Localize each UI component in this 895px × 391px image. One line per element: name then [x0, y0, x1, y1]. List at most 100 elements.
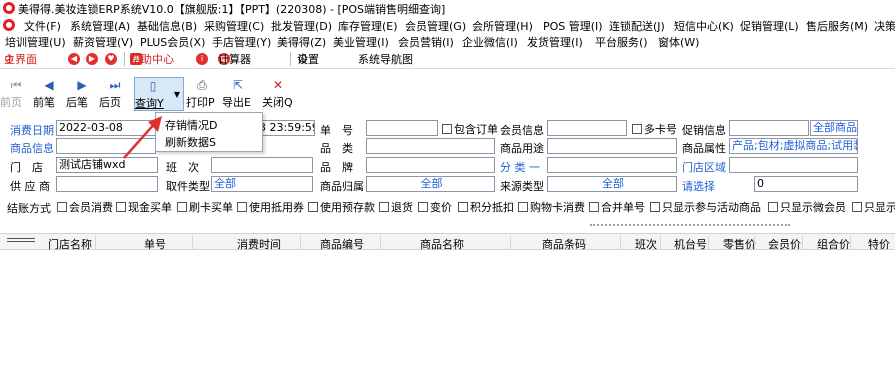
- export-button[interactable]: ⇱ 导出E: [222, 77, 254, 111]
- query-button[interactable]: ▯ 查询Y: [134, 77, 172, 111]
- shift-input[interactable]: [211, 157, 313, 173]
- settle-option-checkbox[interactable]: 现金买单: [116, 199, 172, 215]
- supplier-input[interactable]: [56, 176, 158, 192]
- column-header[interactable]: 机台号: [674, 236, 707, 252]
- prev-record-button[interactable]: ◀ 前笔: [33, 77, 65, 111]
- menu-item-13[interactable]: 决策: [874, 18, 895, 34]
- menu-item-11[interactable]: 促销管理(L): [740, 18, 799, 34]
- menu-item-row2-8[interactable]: 发货管理(I): [527, 34, 583, 50]
- settle-option-checkbox[interactable]: 合并单号: [589, 199, 645, 215]
- column-divider[interactable]: [850, 236, 851, 249]
- column-divider[interactable]: [192, 236, 193, 249]
- sale-date-end-input[interactable]: 3 23:59:59: [258, 120, 315, 136]
- column-divider[interactable]: [620, 236, 621, 249]
- category-input[interactable]: [366, 138, 495, 154]
- settle-option-checkbox[interactable]: 只显示微会员: [768, 199, 846, 215]
- settle-option-checkbox[interactable]: 会员消费: [57, 199, 113, 215]
- help-center-button[interactable]: ■ 帮助中心: [130, 51, 174, 67]
- menu-item-2[interactable]: 基础信息(B): [137, 18, 197, 34]
- settle-option-checkbox[interactable]: 只显示参与活动商品: [650, 199, 761, 215]
- attr-select[interactable]: 产品;包材;虚拟商品;试用装: [729, 138, 858, 154]
- last-page-button[interactable]: ⏭ 后页: [99, 77, 131, 111]
- settle-option-checkbox[interactable]: 使用抵用券: [237, 199, 304, 215]
- column-header[interactable]: 零售价: [723, 236, 756, 252]
- column-header[interactable]: 单号: [144, 236, 166, 252]
- column-header[interactable]: 特价: [868, 236, 890, 252]
- menu-item-row2-10[interactable]: 窗体(W): [658, 34, 699, 50]
- column-divider[interactable]: [708, 236, 709, 249]
- promo-info-input[interactable]: [729, 120, 809, 136]
- column-chooser-icon[interactable]: [7, 238, 35, 246]
- settle-option-checkbox[interactable]: 积分抵扣: [458, 199, 514, 215]
- column-header[interactable]: 会员价: [768, 236, 801, 252]
- close-button[interactable]: ✕ 关闭Q: [262, 77, 294, 111]
- store-region-input[interactable]: [729, 157, 858, 173]
- please-select-label[interactable]: 请选择: [682, 178, 715, 194]
- usage-input[interactable]: [547, 138, 677, 154]
- column-header[interactable]: 消费时间: [237, 236, 281, 252]
- column-header[interactable]: 班次: [635, 236, 657, 252]
- column-divider[interactable]: [510, 236, 511, 249]
- menu-item-row2-2[interactable]: PLUS会员(X): [140, 34, 205, 50]
- attribution-select[interactable]: 全部: [366, 176, 495, 192]
- settle-option-checkbox[interactable]: 刷卡买单: [177, 199, 233, 215]
- menu-item-row2-3[interactable]: 手店管理(Y): [212, 34, 271, 50]
- all-products-select[interactable]: 全部商品: [810, 120, 858, 136]
- menu-item-row2-0[interactable]: 培训管理(U): [5, 34, 66, 50]
- menu-item-3[interactable]: 采购管理(C): [204, 18, 264, 34]
- include-orders-checkbox[interactable]: 包含订单: [442, 121, 498, 137]
- column-divider[interactable]: [754, 236, 755, 249]
- nav-back-button[interactable]: ◀: [68, 51, 80, 67]
- menu-item-10[interactable]: 短信中心(K): [674, 18, 734, 34]
- source-type-select[interactable]: 全部: [547, 176, 677, 192]
- brand-input[interactable]: [366, 157, 495, 173]
- settle-option-checkbox[interactable]: 只显示: [852, 199, 895, 215]
- column-divider[interactable]: [95, 236, 96, 249]
- member-info-input[interactable]: [547, 120, 627, 136]
- menu-item-row2-6[interactable]: 会员营销(I): [398, 34, 454, 50]
- favorite-button[interactable]: ♥: [105, 51, 117, 67]
- menu-item-7[interactable]: 会所管理(H): [472, 18, 533, 34]
- menu-item-stock-sales[interactable]: 存销情况D: [165, 117, 217, 133]
- menu-item-9[interactable]: 连锁配送(J): [609, 18, 665, 34]
- settings-button[interactable]: ⚙ 设置: [297, 51, 319, 67]
- info-button[interactable]: i: [196, 51, 208, 67]
- first-page-button[interactable]: ⏮ 前页: [0, 77, 32, 111]
- calculator-button[interactable]: ▦ 计算器: [218, 51, 251, 67]
- column-divider[interactable]: [660, 236, 661, 249]
- column-header[interactable]: 门店名称: [48, 236, 92, 252]
- column-header[interactable]: 组合价: [817, 236, 850, 252]
- query-dropdown-arrow[interactable]: ▼: [171, 77, 184, 111]
- settle-option-checkbox[interactable]: 购物卡消费: [518, 199, 585, 215]
- nav-forward-button[interactable]: ▶: [86, 51, 98, 67]
- settle-option-checkbox[interactable]: 变价: [418, 199, 452, 215]
- settle-option-checkbox[interactable]: 退货: [379, 199, 413, 215]
- please-select-input[interactable]: 0: [754, 176, 858, 192]
- column-divider[interactable]: [802, 236, 803, 249]
- column-divider[interactable]: [300, 236, 301, 249]
- menu-item-6[interactable]: 会员管理(G): [405, 18, 466, 34]
- column-header[interactable]: 商品条码: [542, 236, 586, 252]
- menu-item-1[interactable]: 系统管理(A): [70, 18, 130, 34]
- column-divider[interactable]: [380, 236, 381, 249]
- column-header[interactable]: 商品名称: [420, 236, 464, 252]
- class1-input[interactable]: [547, 157, 677, 173]
- grid-drag-handle[interactable]: [590, 224, 790, 226]
- menu-item-8[interactable]: POS 管理(I): [543, 18, 603, 34]
- menu-item-0[interactable]: 文件(F): [24, 18, 61, 34]
- menu-item-row2-1[interactable]: 薪资管理(V): [73, 34, 133, 50]
- menu-app-icon[interactable]: [3, 19, 15, 31]
- menu-item-5[interactable]: 库存管理(E): [338, 18, 398, 34]
- column-header[interactable]: 商品编号: [320, 236, 364, 252]
- next-record-button[interactable]: ▶ 后笔: [66, 77, 98, 111]
- menu-item-12[interactable]: 售后服务(M): [806, 18, 868, 34]
- doc-no-input[interactable]: [366, 120, 438, 136]
- menu-item-row2-4[interactable]: 美得得(Z): [277, 34, 326, 50]
- menu-item-row2-9[interactable]: 平台服务(): [595, 34, 648, 50]
- pickup-type-select[interactable]: 全部: [211, 176, 313, 192]
- print-button[interactable]: ⎙ 打印P: [186, 77, 218, 111]
- multi-card-checkbox[interactable]: 多卡号: [632, 121, 677, 137]
- menu-item-row2-7[interactable]: 企业微信(I): [462, 34, 518, 50]
- home-button[interactable]: ⊘ 主界面: [4, 51, 37, 67]
- menu-item-4[interactable]: 批发管理(D): [271, 18, 332, 34]
